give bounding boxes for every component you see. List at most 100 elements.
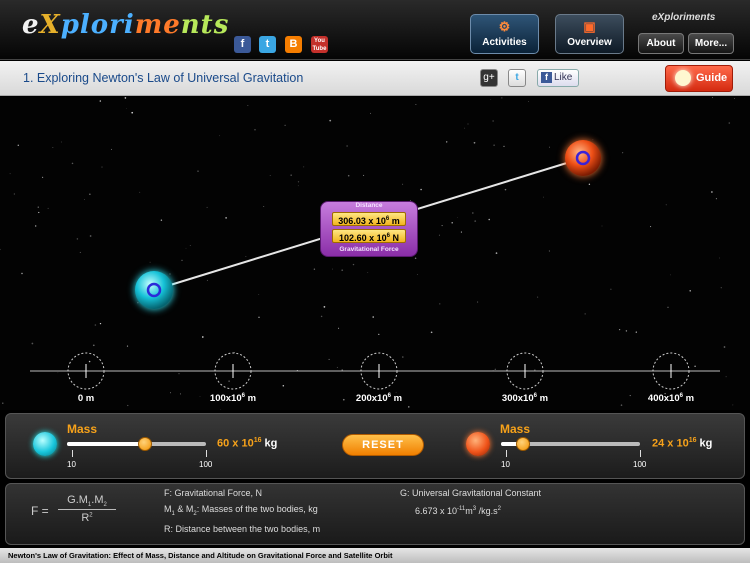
star [169,392,172,394]
star [733,98,735,99]
twitter-share-icon[interactable]: t [508,69,526,87]
star [263,206,265,207]
star [220,409,222,410]
blogger-icon[interactable]: B [285,36,302,53]
star [728,122,731,124]
overview-button[interactable]: ▣ Overview [555,14,624,54]
facebook-like-button[interactable]: f Like [537,69,579,87]
activities-label: Activities [482,37,527,48]
star [592,139,594,141]
formula-numerator: G.M1.M2 [67,494,107,509]
app-logo: eXploriments [22,10,230,40]
star [503,145,505,148]
formula-panel: F = G.M1.M2 R2 F: Gravitational Force, N… [5,483,745,545]
star [378,333,380,336]
body-2-mass-slider[interactable] [501,437,640,451]
star [689,290,691,292]
star [76,238,79,240]
star [2,402,4,404]
star [402,183,404,185]
title-bar: 1. Exploring Newton's Law of Universal G… [0,61,750,96]
star [201,336,204,338]
body-2-icon [466,432,490,456]
star [464,127,466,129]
star [543,196,545,198]
guide-button[interactable]: Guide [665,65,733,92]
star [139,191,141,193]
star [101,166,103,168]
presentation-icon: ▣ [583,19,596,34]
star [445,141,448,143]
body-2-planet[interactable] [565,140,601,176]
star [17,144,20,147]
star [528,101,529,102]
star [284,124,286,126]
star [331,268,333,270]
body-1-planet[interactable] [135,271,173,309]
body-1-mass-slider[interactable] [67,437,206,451]
star [732,404,734,406]
force-label: Gravitational Force [339,246,399,253]
star [715,198,717,200]
youtube-icon[interactable]: You Tube [311,36,328,53]
star [618,328,621,331]
slider-max-tick [206,450,207,457]
star [490,99,492,100]
simulation-canvas: Distance 306.03 x 106 m 102.60 x 106 N G… [0,97,750,410]
star [467,123,469,125]
star [622,152,624,154]
body-2-slider-thumb[interactable] [515,437,530,451]
star [297,181,300,183]
star [329,119,332,122]
star [548,250,550,252]
star [601,225,603,227]
star [47,207,49,209]
google-plus-icon[interactable]: g+ [480,69,498,87]
definition-distance: R: Distance between the two bodies, m [164,524,321,534]
star [650,226,652,228]
facebook-icon[interactable]: f [234,36,251,53]
star [92,344,95,347]
star [79,251,81,253]
star [313,268,316,270]
star [363,174,365,176]
like-label: Like [554,72,573,83]
star [501,97,503,99]
top-bar: eXploriments f t B You Tube ⚙ Activities… [0,0,750,60]
star [474,220,477,222]
star [635,331,637,333]
body-1-max-label: 100 [199,460,213,469]
star [131,111,134,114]
star [21,272,23,275]
star [31,342,34,345]
star [303,166,305,168]
star [42,176,44,178]
star [667,306,669,308]
star [725,376,727,378]
lightbulb-icon [675,70,691,86]
star [336,366,338,368]
star [320,315,323,318]
activities-button[interactable]: ⚙ Activities [470,14,539,54]
star [127,404,129,407]
body-1-min-label: 10 [67,460,76,469]
star [258,293,260,295]
star [338,327,340,329]
definition-masses: M1 & M2: Masses of the two bodies, kg [164,504,318,517]
star [88,360,91,363]
twitter-icon[interactable]: t [259,36,276,53]
force-value: 102.60 x 106 N [332,229,406,243]
definition-g: G: Universal Gravitational Constant [400,488,542,498]
star [52,147,54,148]
body-2-min-label: 10 [501,460,510,469]
mass-controls-panel: Mass 10 100 60 x 1016 kg RESET Mass 10 1… [5,413,745,479]
body-1-slider-thumb[interactable] [137,437,152,451]
star [711,191,713,193]
about-button[interactable]: About [638,33,684,54]
star [0,248,1,251]
body-2-max-label: 100 [633,460,647,469]
star [416,274,418,275]
reset-button[interactable]: RESET [342,434,424,456]
more-button[interactable]: More... [688,33,734,54]
body-1-slider-fill [67,442,145,446]
